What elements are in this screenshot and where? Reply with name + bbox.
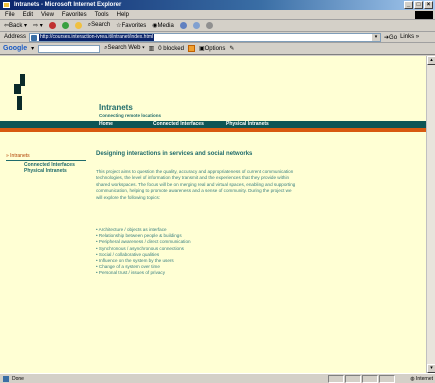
site-navbar: Home Connected Interfaces Physical Intra… [0, 121, 426, 128]
logo-bar-bottom [17, 96, 22, 110]
google-toolbar: Google ▾ ⌕Search Web ▾ ▥ 0 blocked ▣Opti… [0, 43, 435, 55]
stop-icon[interactable] [48, 22, 56, 29]
back-button[interactable]: ⇦Back ▾ [4, 22, 27, 29]
globe-icon: ◍ [410, 376, 415, 382]
status-panel [362, 375, 378, 383]
menu-edit[interactable]: Edit [23, 10, 33, 19]
scroll-up-button[interactable]: ▴ [427, 56, 435, 65]
topic-text: Change of a system over time [98, 264, 160, 270]
topic-text: Social / collaborative qualities [98, 251, 160, 257]
google-menu-chevron-icon[interactable]: ▾ [31, 45, 34, 52]
minimize-button[interactable]: _ [404, 1, 413, 9]
address-bar: Address http://courses.interaction-ivrea… [0, 32, 435, 43]
main-content: Designing interactions in services and s… [96, 151, 396, 277]
go-button[interactable]: ➔Go [384, 34, 397, 41]
history-icon[interactable] [179, 22, 187, 29]
search-web-button[interactable]: ⌕Search Web ▾ [104, 45, 144, 52]
media-button[interactable]: ◉Media [152, 22, 174, 29]
menu-bar: File Edit View Favorites Tools Help [0, 10, 435, 20]
address-label: Address [4, 34, 27, 40]
popup-blocker-button[interactable]: 0 blocked [158, 46, 184, 52]
pencil-icon[interactable]: ✎ [229, 45, 234, 52]
status-bar: Done ◍ Internet [0, 373, 435, 383]
refresh-icon[interactable] [61, 22, 69, 29]
topic-text: Architecture / objects as interface [98, 227, 167, 233]
sidebar-heading[interactable]: » Intranets [6, 153, 86, 159]
menu-help[interactable]: Help [117, 10, 129, 19]
accent-strip [0, 128, 426, 132]
page-rank-icon[interactable]: ▥ [149, 45, 155, 52]
status-panel [328, 375, 344, 383]
sidebar-divider [6, 160, 86, 161]
nav-connected-interfaces[interactable]: Connected Interfaces [153, 121, 204, 128]
site-title: Intranets [99, 103, 133, 112]
zone-label: Internet [416, 376, 433, 382]
window-controls: _ □ × [404, 1, 433, 9]
menu-favorites[interactable]: Favorites [62, 10, 87, 19]
topic-text: Personal trust / issues of privacy [98, 270, 166, 276]
address-dropdown-button[interactable]: ▾ [372, 33, 381, 41]
web-page: Intranets Connecting remote locations Ho… [0, 56, 426, 373]
site-logo-icon [14, 74, 30, 112]
home-icon[interactable] [74, 22, 82, 29]
status-panels [328, 375, 395, 383]
content-paragraph: This project aims to question the qualit… [96, 169, 296, 200]
options-button[interactable]: ▣Options [199, 45, 225, 52]
status-text: Done [0, 375, 24, 382]
scroll-down-button[interactable]: ▾ [427, 364, 435, 373]
internet-zone: ◍ Internet [402, 375, 433, 383]
topic-text: Relationship between people & buildings [98, 233, 182, 239]
topic-text: Influence on the system by the users [98, 258, 174, 264]
links-button[interactable]: Links » [400, 34, 419, 40]
forward-button[interactable]: ⇨ ▾ [33, 22, 43, 29]
close-button[interactable]: × [424, 1, 433, 9]
content-title: Designing interactions in services and s… [96, 151, 253, 157]
standard-toolbar: ⇦Back ▾ ⇨ ▾ ⌕Search ☆Favorites ◉Media [0, 20, 435, 32]
address-url[interactable]: http://courses.interaction-ivrea.it/intr… [39, 33, 155, 41]
sidebar-nav: » Intranets Connected Interfaces Physica… [6, 153, 86, 174]
window-titlebar: Intranets - Microsoft Internet Explorer … [0, 0, 435, 10]
ie-app-icon [3, 2, 10, 8]
list-item: • Personal trust / issues of privacy [96, 270, 166, 276]
page-icon [31, 34, 38, 41]
search-button[interactable]: ⌕Search [88, 22, 110, 29]
nav-home[interactable]: Home [99, 121, 113, 128]
sidebar-item-physical-intranets[interactable]: Physical Intranets [6, 168, 86, 174]
favorites-button[interactable]: ☆Favorites [116, 22, 146, 29]
maximize-button[interactable]: □ [414, 1, 423, 9]
address-input[interactable]: http://courses.interaction-ivrea.it/intr… [29, 32, 382, 42]
highlight-icon[interactable] [187, 45, 195, 52]
mail-icon[interactable] [192, 22, 200, 29]
topic-text: Synchronous / asynchronous connections [98, 245, 184, 251]
menu-view[interactable]: View [41, 10, 54, 19]
topic-list: • Architecture / objects as interface • … [96, 227, 396, 277]
google-search-input[interactable] [38, 44, 101, 53]
window-title: Intranets - Microsoft Internet Explorer [14, 2, 122, 8]
status-panel [345, 375, 361, 383]
status-panel [379, 375, 395, 383]
windows-logo-icon [415, 11, 433, 19]
topic-text: Peripheral awareness / direct communicat… [98, 239, 191, 245]
menu-file[interactable]: File [5, 10, 15, 19]
site-tagline: Connecting remote locations [99, 113, 162, 118]
logo-bar-middle [14, 84, 21, 94]
menu-tools[interactable]: Tools [95, 10, 109, 19]
nav-physical-intranets[interactable]: Physical Intranets [226, 121, 269, 128]
google-logo[interactable]: Google [3, 45, 27, 52]
print-icon[interactable] [205, 22, 213, 29]
vertical-scrollbar[interactable]: ▴ ▾ [426, 56, 435, 373]
